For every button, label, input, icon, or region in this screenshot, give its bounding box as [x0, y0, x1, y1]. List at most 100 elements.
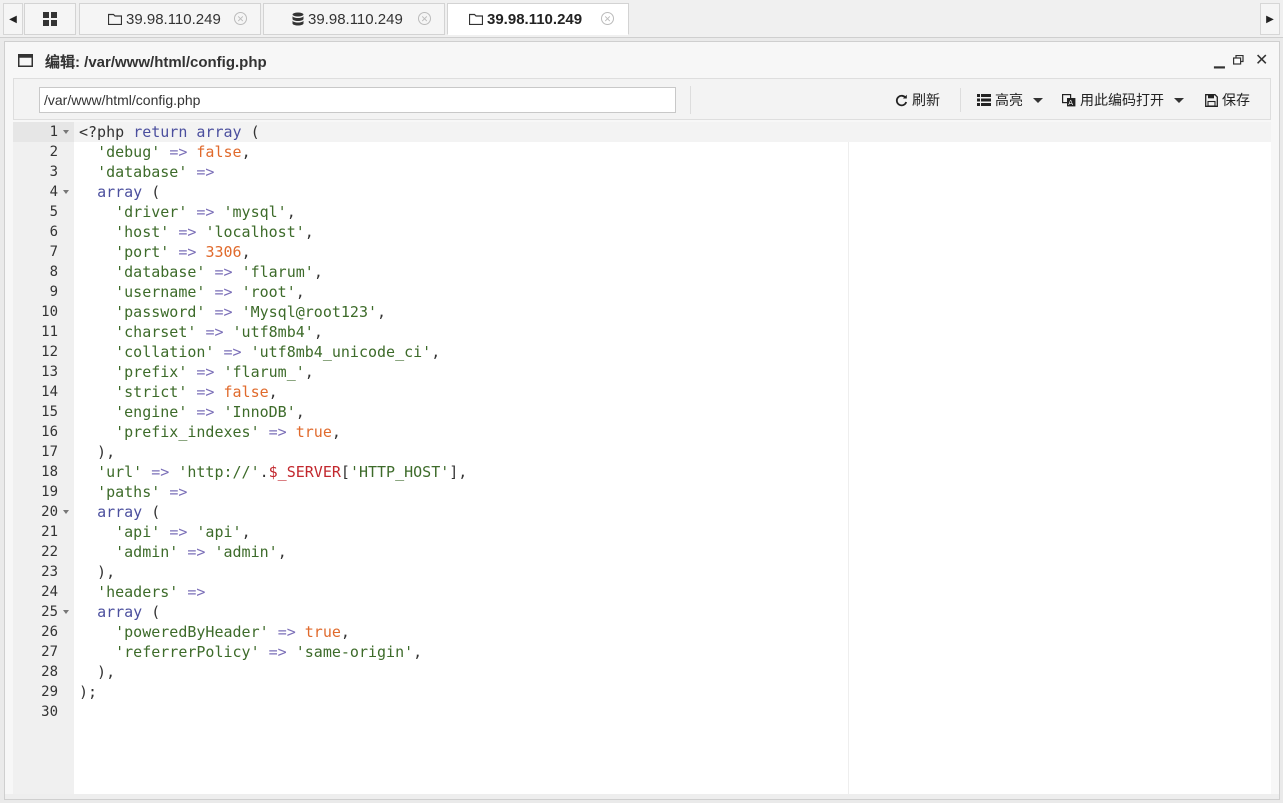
- code-text: 'database' =>: [97, 163, 215, 181]
- code-line[interactable]: 23 ),: [13, 562, 1271, 582]
- line-number: 11: [41, 324, 58, 340]
- close-icon[interactable]: ✕: [601, 12, 614, 25]
- restore-icon[interactable]: [1233, 52, 1244, 68]
- tab-server-files-active[interactable]: 39.98.110.249 ✕: [447, 3, 629, 35]
- line-number: 3: [49, 164, 58, 180]
- code-text: 'poweredByHeader' => true,: [115, 623, 350, 641]
- code-text: 'admin' => 'admin',: [115, 543, 287, 561]
- fold-arrow-icon[interactable]: [63, 190, 69, 194]
- code-text: 'debug' => false,: [97, 143, 251, 161]
- code-line[interactable]: 26 'poweredByHeader' => true,: [13, 622, 1271, 642]
- code-line[interactable]: 16 'prefix_indexes' => true,: [13, 422, 1271, 442]
- code-text: 'charset' => 'utf8mb4',: [115, 323, 323, 341]
- line-number: 22: [41, 544, 58, 560]
- code-line[interactable]: 15 'engine' => 'InnoDB',: [13, 402, 1271, 422]
- code-line[interactable]: 1 <?php return array (: [13, 122, 1271, 142]
- tab-label: 39.98.110.249: [308, 10, 403, 28]
- code-text: 'strict' => false,: [115, 383, 278, 401]
- code-line[interactable]: 29);: [13, 682, 1271, 702]
- file-path-input[interactable]: [39, 87, 676, 113]
- code-text: 'headers' =>: [97, 583, 206, 601]
- code-line[interactable]: 7 'port' => 3306,: [13, 242, 1271, 262]
- code-line[interactable]: 11 'charset' => 'utf8mb4',: [13, 322, 1271, 342]
- code-line[interactable]: 27 'referrerPolicy' => 'same-origin',: [13, 642, 1271, 662]
- code-line[interactable]: 20 array (: [13, 502, 1271, 522]
- line-number: 15: [41, 404, 58, 420]
- code-line[interactable]: 21 'api' => 'api',: [13, 522, 1271, 542]
- code-line[interactable]: 19 'paths' =>: [13, 482, 1271, 502]
- line-number: 27: [41, 644, 58, 660]
- code-line[interactable]: 24 'headers' =>: [13, 582, 1271, 602]
- code-line[interactable]: 14 'strict' => false,: [13, 382, 1271, 402]
- line-number: 12: [41, 344, 58, 360]
- line-number: 17: [41, 444, 58, 460]
- tab-server-database[interactable]: 39.98.110.249 ✕: [263, 3, 445, 35]
- code-line[interactable]: 9 'username' => 'root',: [13, 282, 1271, 302]
- fold-arrow-icon[interactable]: [63, 610, 69, 614]
- minimize-icon[interactable]: ▁: [1214, 52, 1225, 69]
- code-text: 'paths' =>: [97, 483, 188, 501]
- code-line[interactable]: 12 'collation' => 'utf8mb4_unicode_ci',: [13, 342, 1271, 362]
- code-text: );: [79, 683, 98, 701]
- code-line[interactable]: 5 'driver' => 'mysql',: [13, 202, 1271, 222]
- code-line[interactable]: 6 'host' => 'localhost',: [13, 222, 1271, 242]
- code-line[interactable]: 22 'admin' => 'admin',: [13, 542, 1271, 562]
- code-line[interactable]: 8 'database' => 'flarum',: [13, 262, 1271, 282]
- code-line[interactable]: 10 'password' => 'Mysql@root123',: [13, 302, 1271, 322]
- code-editor[interactable]: 1 <?php return array (2 'debug' => false,…: [13, 122, 1271, 794]
- code-line[interactable]: 3 'database' =>: [13, 162, 1271, 182]
- code-text: 'referrerPolicy' => 'same-origin',: [115, 643, 423, 661]
- grid-icon: [43, 12, 57, 26]
- chevron-down-icon: [1174, 97, 1184, 103]
- chevron-down-icon: [1033, 97, 1043, 103]
- line-number: 2: [49, 144, 58, 160]
- scroll-right-icon[interactable]: ▶: [1260, 3, 1280, 35]
- line-number: 9: [49, 284, 58, 300]
- fold-arrow-icon[interactable]: [63, 130, 69, 134]
- window-titlebar: 编辑: /var/www/html/config.php ▁ ✕: [5, 42, 1279, 78]
- refresh-button[interactable]: 刷新: [895, 90, 940, 110]
- line-number: 29: [41, 684, 58, 700]
- code-line[interactable]: 17 ),: [13, 442, 1271, 462]
- code-line[interactable]: 4 array (: [13, 182, 1271, 202]
- close-icon[interactable]: ✕: [418, 12, 431, 25]
- code-text: 'prefix' => 'flarum_',: [115, 363, 314, 381]
- code-text: array (: [97, 183, 161, 201]
- code-text: array (: [97, 603, 161, 621]
- close-icon[interactable]: ✕: [234, 12, 247, 25]
- tab-server-files[interactable]: 39.98.110.249 ✕: [79, 3, 261, 35]
- editor-bottom-border: [5, 794, 1279, 799]
- line-number: 21: [41, 524, 58, 540]
- database-icon: [292, 12, 304, 26]
- tab-home[interactable]: [24, 3, 76, 35]
- code-line[interactable]: 13 'prefix' => 'flarum_',: [13, 362, 1271, 382]
- editor-toolbar: 刷新 高亮 A 用此编码打开 保存: [13, 78, 1271, 120]
- divider: [690, 86, 691, 114]
- code-line[interactable]: 25 array (: [13, 602, 1271, 622]
- code-text: 'collation' => 'utf8mb4_unicode_ci',: [115, 343, 441, 361]
- highlight-dropdown[interactable]: 高亮: [977, 90, 1043, 110]
- fold-arrow-icon[interactable]: [63, 510, 69, 514]
- line-number: 4: [49, 184, 58, 200]
- highlight-label: 高亮: [995, 92, 1023, 108]
- line-number: 28: [41, 664, 58, 680]
- code-line[interactable]: 18 'url' => 'http://'.$_SERVER['HTTP_HOS…: [13, 462, 1271, 482]
- refresh-label: 刷新: [912, 92, 940, 108]
- divider: [960, 88, 961, 112]
- save-label: 保存: [1222, 92, 1250, 108]
- code-line[interactable]: 2 'debug' => false,: [13, 142, 1271, 162]
- line-number: 5: [49, 204, 58, 220]
- code-text: 'driver' => 'mysql',: [115, 203, 296, 221]
- code-line[interactable]: 28 ),: [13, 662, 1271, 682]
- code-text: <?php return array (: [79, 123, 260, 141]
- code-text: 'password' => 'Mysql@root123',: [115, 303, 387, 321]
- code-line[interactable]: 30: [13, 702, 1271, 722]
- encoding-dropdown[interactable]: A 用此编码打开: [1062, 90, 1184, 110]
- scroll-left-icon[interactable]: ◀: [3, 3, 23, 35]
- code-text: ),: [79, 443, 116, 461]
- window-title: 编辑: /var/www/html/config.php: [45, 54, 267, 71]
- language-icon: A: [1062, 93, 1076, 107]
- close-window-icon[interactable]: ✕: [1255, 50, 1268, 70]
- save-button[interactable]: 保存: [1205, 90, 1250, 110]
- code-text: 'port' => 3306,: [115, 243, 251, 261]
